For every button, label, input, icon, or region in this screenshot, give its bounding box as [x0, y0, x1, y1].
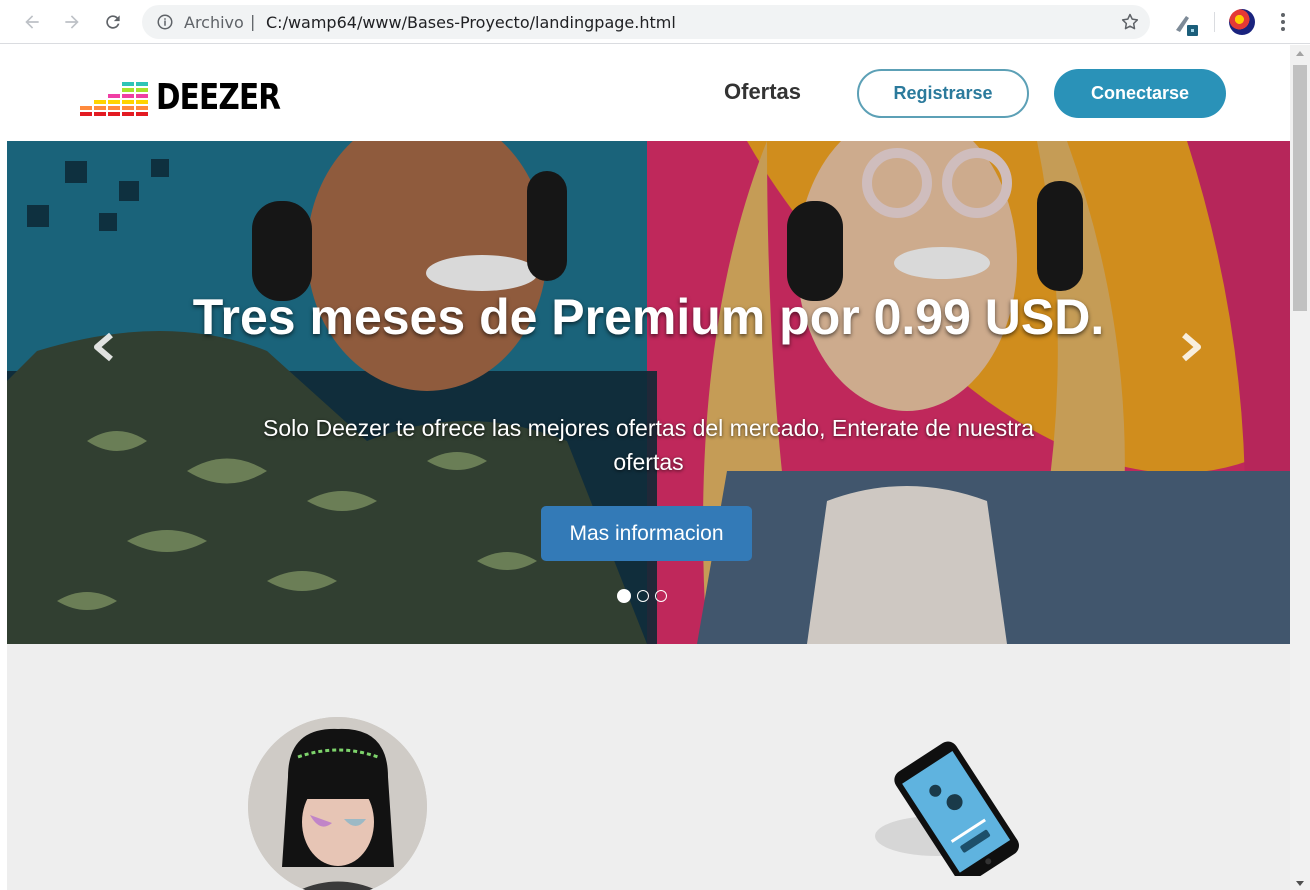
page-scrollbar[interactable] [1290, 45, 1310, 890]
arrow-right-icon [65, 15, 79, 29]
carousel-indicator-3[interactable] [655, 590, 667, 602]
profile-avatar[interactable] [1229, 9, 1255, 35]
site-navbar: DEEZER Ofertas Registrarse Conectarse [7, 45, 1290, 141]
scroll-down-icon[interactable] [1296, 881, 1304, 886]
back-button[interactable] [18, 8, 46, 36]
more-info-button[interactable]: Mas informacion [541, 506, 752, 561]
url-text[interactable]: C:/wamp64/www/Bases-Proyecto/landingpage… [266, 13, 676, 32]
hero-subtitle: Solo Deezer te ofrece las mejores oferta… [263, 415, 1034, 475]
browser-toolbar: Archivo | C:/wamp64/www/Bases-Proyecto/l… [0, 0, 1310, 44]
scroll-up-icon[interactable] [1296, 51, 1304, 56]
phone-app-image [867, 736, 1047, 884]
address-bar[interactable]: Archivo | C:/wamp64/www/Bases-Proyecto/l… [142, 5, 1150, 39]
reload-button[interactable] [99, 8, 127, 36]
carousel-indicator-1[interactable] [617, 589, 631, 603]
extension-icon[interactable] [1172, 10, 1200, 38]
artist-circle-image [248, 717, 427, 890]
hero-title: Tres meses de Premium por 0.99 USD. [192, 289, 1105, 345]
forward-button[interactable] [58, 8, 86, 36]
info-icon[interactable] [156, 13, 174, 31]
hero-carousel: Tres meses de Premium por 0.99 USD. Solo… [7, 141, 1290, 644]
carousel-prev-icon[interactable] [85, 327, 125, 367]
url-scheme-label: Archivo [184, 13, 244, 32]
scrollbar-thumb[interactable] [1293, 65, 1307, 311]
url-separator: | [250, 12, 256, 31]
nav-link-ofertas[interactable]: Ofertas [724, 79, 801, 105]
register-button[interactable]: Registrarse [857, 69, 1029, 118]
reload-icon [106, 15, 120, 29]
bookmark-star-icon[interactable] [1120, 12, 1140, 32]
features-section [7, 644, 1290, 890]
login-button[interactable]: Conectarse [1054, 69, 1226, 118]
carousel-next-icon[interactable] [1170, 327, 1210, 367]
hero-background-image [7, 141, 1290, 644]
page-viewport: DEEZER Ofertas Registrarse Conectarse Tr… [7, 45, 1290, 890]
arrow-left-icon [25, 15, 39, 29]
equalizer-logo-icon [80, 80, 148, 116]
carousel-indicator-2[interactable] [637, 590, 649, 602]
logo-wordmark: DEEZER [156, 77, 281, 118]
browser-menu-button[interactable] [1273, 10, 1293, 34]
carousel-indicators [617, 589, 667, 603]
toolbar-divider [1214, 12, 1215, 32]
deezer-logo[interactable]: DEEZER [80, 80, 307, 116]
